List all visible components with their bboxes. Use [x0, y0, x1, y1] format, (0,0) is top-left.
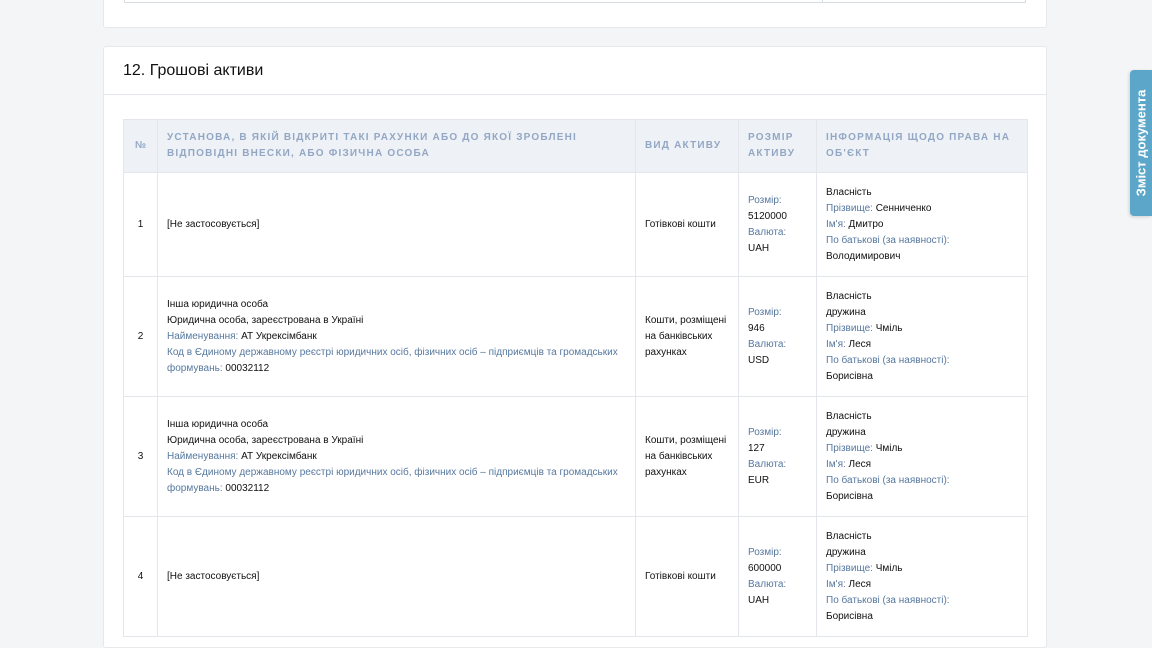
name-label: Ім'я: [826, 578, 846, 590]
section-title: 12. Грошові активи [123, 62, 264, 79]
institution-cell: [Не застосовується] [157, 172, 636, 277]
previous-table-divider [822, 0, 823, 3]
institution-cell: Інша юридична особа Юридична особа, заре… [157, 396, 636, 517]
currency-label: Валюта: [748, 458, 787, 470]
size-label: Розмір: [748, 306, 782, 318]
size-value: 127 [748, 442, 765, 454]
patronymic-value: Володимирович [826, 250, 901, 262]
column-header-asset-type: Вид активу [635, 119, 739, 173]
patronymic-value: Борисівна [826, 490, 873, 502]
asset-type-cell: Готівкові кошти [635, 516, 739, 637]
ownership-text: Власність [826, 530, 872, 542]
ownership-text: Власність [826, 410, 872, 422]
patronymic-value: Борисівна [826, 610, 873, 622]
size-label: Розмір: [748, 426, 782, 438]
name-value: Дмитро [848, 218, 884, 230]
institution-name: АТ Укрексімбанк [241, 330, 317, 342]
institution-cell: [Не застосовується] [157, 516, 636, 637]
column-header-institution: Установа, в якій відкриті такі рахунки а… [157, 119, 636, 173]
currency-value: EUR [748, 474, 770, 486]
column-header-amount: Розмір активу [738, 119, 817, 173]
currency-value: USD [748, 354, 770, 366]
table-header-row: № Установа, в якій відкриті такі рахунки… [123, 119, 1028, 173]
row-number: 4 [123, 516, 158, 637]
institution-name-label: Найменування: [167, 450, 239, 462]
institution-cell: Інша юридична особа Юридична особа, заре… [157, 276, 636, 397]
asset-type-cell: Кошти, розміщені на банківських рахунках [635, 276, 739, 397]
patronymic-value: Борисівна [826, 370, 873, 382]
registry-code: 00032112 [225, 482, 270, 494]
previous-table-bottom [124, 0, 1026, 3]
column-header-rights: Інформація щодо права на об'єкт [816, 119, 1028, 173]
surname-value: Чміль [875, 322, 903, 334]
currency-label: Валюта: [748, 226, 787, 238]
surname-label: Прізвище: [826, 202, 873, 214]
surname-label: Прізвище: [826, 442, 873, 454]
surname-label: Прізвище: [826, 322, 873, 334]
relation-text: дружина [826, 426, 866, 438]
not-applicable-text: [Не застосовується] [167, 218, 260, 230]
rights-cell: Власність дружина Прізвище: Чміль Ім'я: … [816, 516, 1028, 637]
rights-cell: Власність Прізвище: Сенниченко Ім'я: Дми… [816, 172, 1028, 277]
surname-value: Сенниченко [875, 202, 932, 214]
ownership-text: Власність [826, 186, 872, 198]
relation-text: дружина [826, 546, 866, 558]
surname-value: Чміль [875, 562, 903, 574]
amount-cell: Розмір: 5120000 Валюта: UAH [738, 172, 817, 277]
monetary-assets-section: 12. Грошові активи № Установа, в якій ві… [103, 46, 1047, 648]
name-value: Леся [848, 458, 872, 470]
column-header-number: № [123, 119, 158, 173]
institution-name: АТ Укрексімбанк [241, 450, 317, 462]
amount-cell: Розмір: 600000 Валюта: UAH [738, 516, 817, 637]
document-contents-label: Зміст документа [1133, 89, 1149, 197]
name-label: Ім'я: [826, 218, 846, 230]
currency-label: Валюта: [748, 578, 787, 590]
table-row: 3 Інша юридична особа Юридична особа, за… [123, 396, 1028, 517]
monetary-assets-table: № Установа, в якій відкриті такі рахунки… [123, 119, 1028, 637]
name-value: Леся [848, 578, 872, 590]
institution-type: Інша юридична особа [167, 418, 269, 430]
not-applicable-text: [Не застосовується] [167, 570, 260, 582]
section-header: 12. Грошові активи [104, 47, 1046, 95]
patronymic-label: По батькові (за наявності): [826, 594, 950, 606]
institution-registration: Юридична особа, зареєстрована в Україні [167, 314, 364, 326]
currency-label: Валюта: [748, 338, 787, 350]
currency-value: UAH [748, 594, 770, 606]
surname-label: Прізвище: [826, 562, 873, 574]
ownership-text: Власність [826, 290, 872, 302]
amount-cell: Розмір: 946 Валюта: USD [738, 276, 817, 397]
institution-registration: Юридична особа, зареєстрована в Україні [167, 434, 364, 446]
previous-section-card [103, 0, 1047, 28]
name-label: Ім'я: [826, 338, 846, 350]
row-number: 1 [123, 172, 158, 277]
registry-code: 00032112 [225, 362, 270, 374]
table-row: 1 [Не застосовується] Готівкові кошти Ро… [123, 172, 1028, 277]
institution-name-label: Найменування: [167, 330, 239, 342]
patronymic-label: По батькові (за наявності): [826, 234, 950, 246]
size-value: 600000 [748, 562, 782, 574]
amount-cell: Розмір: 127 Валюта: EUR [738, 396, 817, 517]
currency-value: UAH [748, 242, 770, 254]
document-contents-tab[interactable]: Зміст документа [1130, 70, 1152, 216]
size-value: 946 [748, 322, 765, 334]
asset-type-cell: Готівкові кошти [635, 172, 739, 277]
patronymic-label: По батькові (за наявності): [826, 474, 950, 486]
surname-value: Чміль [875, 442, 903, 454]
institution-type: Інша юридична особа [167, 298, 269, 310]
relation-text: дружина [826, 306, 866, 318]
size-label: Розмір: [748, 546, 782, 558]
patronymic-label: По батькові (за наявності): [826, 354, 950, 366]
row-number: 3 [123, 396, 158, 517]
row-number: 2 [123, 276, 158, 397]
asset-type-cell: Кошти, розміщені на банківських рахунках [635, 396, 739, 517]
rights-cell: Власність дружина Прізвище: Чміль Ім'я: … [816, 396, 1028, 517]
table-row: 4 [Не застосовується] Готівкові кошти Ро… [123, 516, 1028, 637]
table-row: 2 Інша юридична особа Юридична особа, за… [123, 276, 1028, 397]
size-label: Розмір: [748, 194, 782, 206]
name-label: Ім'я: [826, 458, 846, 470]
rights-cell: Власність дружина Прізвище: Чміль Ім'я: … [816, 276, 1028, 397]
name-value: Леся [848, 338, 872, 350]
size-value: 5120000 [748, 210, 787, 222]
